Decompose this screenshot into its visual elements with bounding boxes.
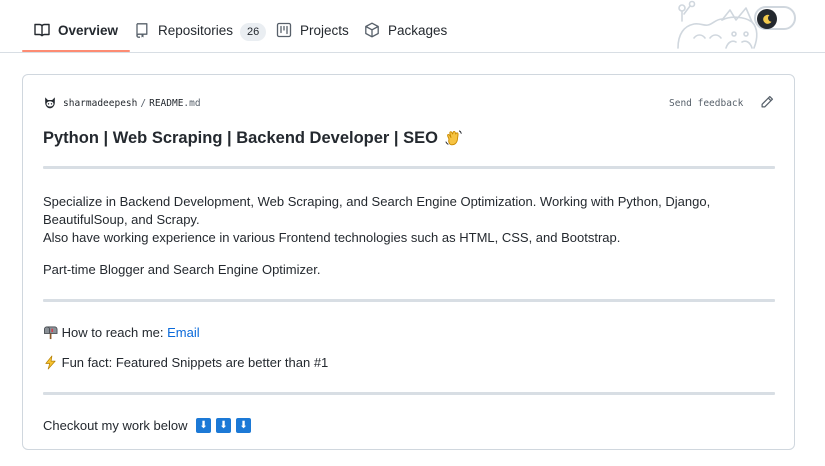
moon-icon xyxy=(763,14,772,24)
intro-line-2: Also have working experience in various … xyxy=(43,230,621,245)
tab-projects-label: Projects xyxy=(300,23,349,38)
edit-pencil-icon[interactable] xyxy=(760,95,774,109)
intro-line-1: Specialize in Backend Development, Web S… xyxy=(43,194,711,227)
intro-paragraph: Specialize in Backend Development, Web S… xyxy=(43,193,775,247)
mailbox-icon xyxy=(44,326,58,340)
contact-label: How to reach me: xyxy=(61,325,168,340)
tab-projects[interactable]: Projects xyxy=(276,12,349,52)
lightning-icon xyxy=(45,355,56,370)
readme-file-ext: .md xyxy=(183,97,201,109)
book-icon xyxy=(34,23,50,37)
tab-packages[interactable]: Packages xyxy=(364,12,447,52)
email-link[interactable]: Email xyxy=(167,325,200,340)
down-arrow-icon xyxy=(216,418,232,433)
readme-file-name: README xyxy=(149,97,184,109)
send-feedback-link[interactable]: Send feedback xyxy=(669,98,743,109)
dark-mode-toggle[interactable] xyxy=(754,6,796,30)
project-icon xyxy=(276,22,292,38)
tab-packages-label: Packages xyxy=(388,23,448,38)
repo-icon xyxy=(136,23,148,38)
readme-owner-link[interactable]: sharmadeepesh xyxy=(63,98,137,109)
tab-repositories-label: Repositories xyxy=(158,23,234,38)
profile-readme-card: sharmadeepesh / README .md Send feedback … xyxy=(22,74,795,450)
contact-paragraph: How to reach me: Email xyxy=(43,324,775,342)
down-arrow-icon xyxy=(236,418,252,433)
down-arrow-icon xyxy=(196,418,212,433)
path-separator: / xyxy=(140,97,147,109)
octocat-decoration-icon xyxy=(677,0,758,49)
octocat-icon xyxy=(45,97,55,109)
toggle-knob xyxy=(757,9,777,29)
blogger-paragraph: Part-time Blogger and Search Engine Opti… xyxy=(43,262,321,277)
repositories-count-badge: 26 xyxy=(240,23,267,41)
tab-repositories[interactable]: Repositories 26 xyxy=(134,12,267,52)
checkout-paragraph: Checkout my work below xyxy=(43,417,775,435)
fun-fact-text: Fun fact: Featured Snippets are better t… xyxy=(61,355,329,370)
section-divider xyxy=(43,299,775,302)
readme-file-path: sharmadeepesh / README .md xyxy=(43,96,201,110)
readme-content: Python | Web Scraping | Backend Develope… xyxy=(43,125,775,435)
tab-overview[interactable]: Overview xyxy=(21,12,131,52)
fun-fact-paragraph: Fun fact: Featured Snippets are better t… xyxy=(43,354,775,372)
checkout-text: Checkout my work below xyxy=(43,418,188,433)
readme-heading-text: Python | Web Scraping | Backend Develope… xyxy=(43,129,438,147)
waving-hand-icon xyxy=(445,130,462,146)
section-divider xyxy=(43,166,775,169)
section-divider xyxy=(43,392,775,395)
tab-overview-label: Overview xyxy=(58,23,119,38)
readme-heading: Python | Web Scraping | Backend Develope… xyxy=(43,125,775,151)
package-icon xyxy=(365,22,379,38)
